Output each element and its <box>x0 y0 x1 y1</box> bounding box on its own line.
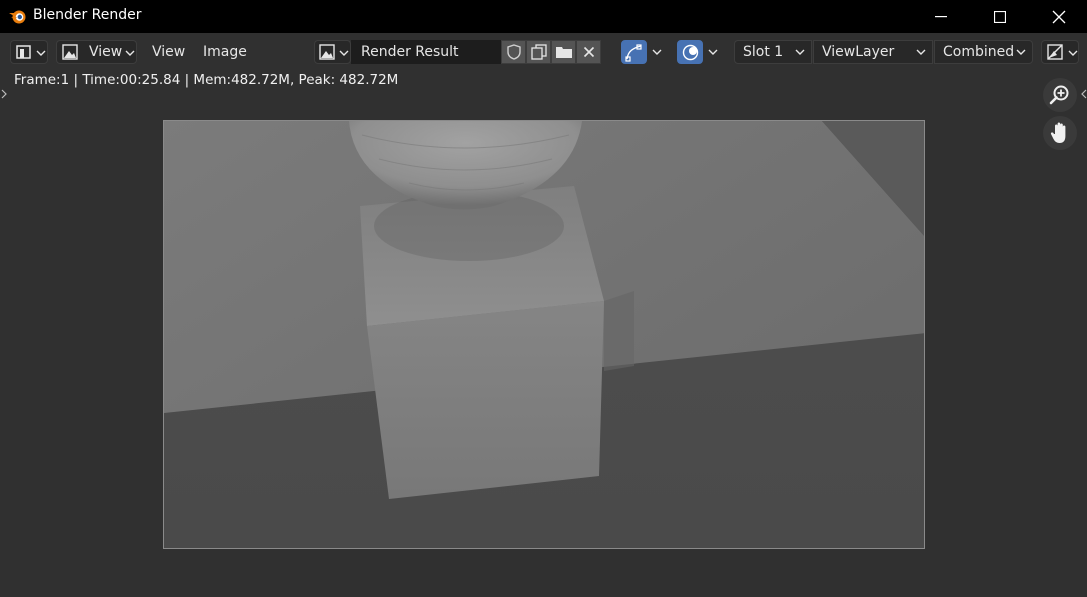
minimize-button[interactable] <box>918 0 963 33</box>
toolbar-expand-arrow-icon[interactable] <box>0 88 8 100</box>
overlay-toggle[interactable] <box>677 40 703 64</box>
close-button[interactable] <box>1036 0 1081 33</box>
render-pass-label: Combined <box>943 44 1015 60</box>
editor-type-button[interactable] <box>10 40 48 64</box>
render-result-image[interactable] <box>163 120 925 549</box>
view-layer-dropdown[interactable]: ViewLayer <box>813 40 933 64</box>
maximize-button[interactable] <box>977 0 1022 33</box>
render-image <box>164 121 924 548</box>
curve-tool-icon <box>625 44 642 62</box>
chevron-down-icon <box>1016 49 1026 55</box>
fake-user-button[interactable] <box>501 40 526 64</box>
open-folder-icon <box>555 47 572 58</box>
display-channels-icon <box>1047 44 1063 60</box>
sample-tool-toggle[interactable] <box>621 40 647 64</box>
chevron-down-icon <box>125 50 135 56</box>
pan-button[interactable] <box>1043 116 1077 150</box>
image-icon <box>62 44 78 60</box>
chevron-down-icon <box>795 49 805 55</box>
zoom-button[interactable] <box>1043 78 1077 112</box>
render-status-text: Frame:1 | Time:00:25.84 | Mem:482.72M, P… <box>14 72 399 88</box>
title-bar: Blender Render <box>0 0 1087 33</box>
chevron-down-icon <box>339 50 349 56</box>
shield-icon <box>506 44 521 60</box>
slot-label: Slot 1 <box>743 44 784 60</box>
image-icon <box>319 44 335 60</box>
slot-dropdown[interactable]: Slot 1 <box>734 40 812 64</box>
image-editor-icon <box>16 45 31 59</box>
menu-view[interactable]: View <box>152 40 185 64</box>
pan-hand-icon <box>1050 122 1066 143</box>
image-name-field[interactable]: Render Result <box>351 40 501 64</box>
zoom-in-icon <box>1049 85 1069 105</box>
open-image-button[interactable] <box>551 40 576 64</box>
maximize-icon <box>993 10 1006 23</box>
unlink-image-button[interactable] <box>576 40 601 64</box>
sidebar-expand-arrow-icon[interactable] <box>1080 88 1087 100</box>
chevron-down-icon <box>36 50 46 56</box>
minimize-icon <box>934 15 947 17</box>
window-title: Blender Render <box>33 7 142 23</box>
view-mode-dropdown[interactable]: View <box>56 40 137 64</box>
image-editor-header: View View Image Render Result Slot 1 Vie… <box>0 33 1087 70</box>
chevron-down-icon[interactable] <box>708 48 718 56</box>
unlink-x-icon <box>583 46 594 58</box>
view-mode-label: View <box>89 44 123 60</box>
overlay-icon <box>682 44 699 61</box>
browse-image-button[interactable] <box>314 40 351 64</box>
chevron-down-icon[interactable] <box>652 48 662 56</box>
display-channels-dropdown[interactable] <box>1041 40 1079 64</box>
new-image-button[interactable] <box>526 40 551 64</box>
menu-image[interactable]: Image <box>203 40 247 64</box>
chevron-down-icon <box>916 49 926 55</box>
view-layer-label: ViewLayer <box>822 44 895 60</box>
duplicate-icon <box>530 44 547 60</box>
close-icon <box>1052 10 1065 23</box>
blender-logo-icon <box>9 10 26 24</box>
render-pass-dropdown[interactable]: Combined <box>934 40 1033 64</box>
chevron-down-icon <box>1068 50 1078 56</box>
